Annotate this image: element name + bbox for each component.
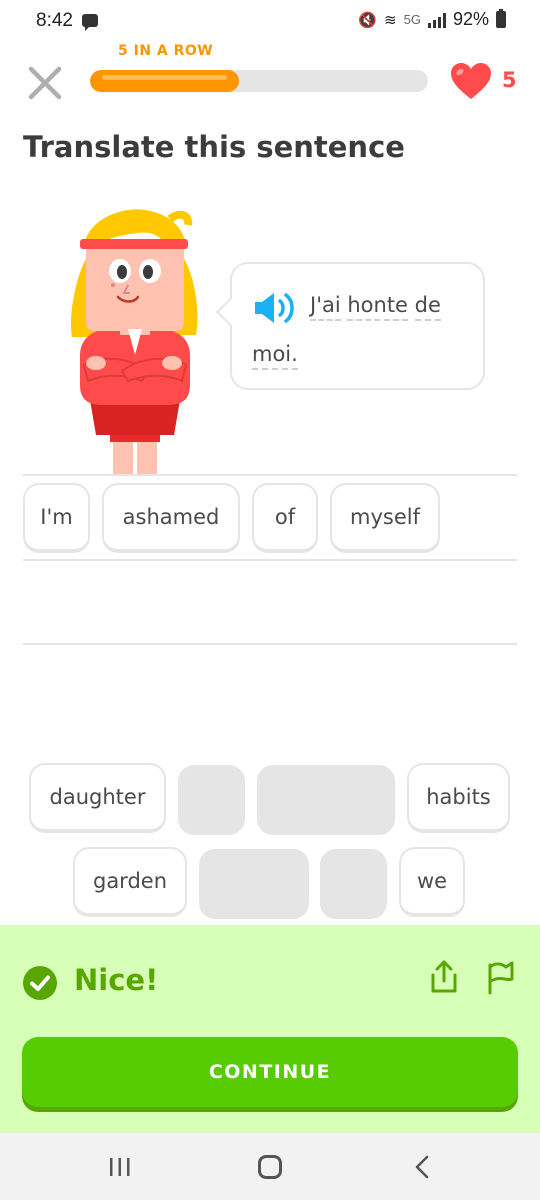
- close-icon[interactable]: [27, 65, 63, 101]
- check-icon: [23, 966, 57, 1000]
- flag-icon[interactable]: [484, 959, 518, 995]
- status-time: 8:42: [36, 10, 73, 31]
- prompt-word[interactable]: J'ai: [310, 293, 341, 321]
- battery-icon: [496, 9, 506, 28]
- sentence-line-1: J'ai honte de: [310, 290, 441, 321]
- word-bank-chip[interactable]: habits: [407, 763, 510, 833]
- answer-chip[interactable]: of: [252, 483, 318, 553]
- signal-icon: [427, 12, 446, 28]
- word-bank-placeholder: [257, 765, 395, 835]
- message-icon: [82, 14, 98, 31]
- hearts-count: 5: [502, 68, 517, 92]
- bubble-tail: [215, 297, 245, 327]
- answer-line: [23, 643, 517, 645]
- status-icons: 🔇 ≋ 5G 92%: [358, 9, 506, 30]
- share-icon[interactable]: [428, 959, 460, 995]
- speaker-icon[interactable]: [252, 290, 298, 326]
- streak-label: 5 IN A ROW: [118, 43, 214, 59]
- home-icon[interactable]: [258, 1155, 282, 1179]
- progress-shine: [102, 75, 227, 80]
- answer-line: [23, 559, 517, 561]
- system-nav-bar: [0, 1133, 540, 1200]
- feedback-panel: Nice! CONTINUE: [0, 925, 540, 1133]
- word-bank-chip[interactable]: garden: [73, 847, 187, 917]
- prompt-word[interactable]: moi.: [252, 342, 298, 370]
- page-title: Translate this sentence: [23, 130, 405, 164]
- word-bank-placeholder: [178, 765, 245, 835]
- prompt-word[interactable]: de: [414, 293, 441, 321]
- battery-label: 92%: [452, 9, 489, 29]
- status-bar: 8:42 🔇 ≋ 5G 92%: [0, 0, 540, 44]
- network-label: 5G: [403, 12, 421, 27]
- mute-icon: 🔇: [358, 11, 378, 29]
- word-bank-placeholder: [199, 849, 309, 919]
- continue-button[interactable]: CONTINUE: [22, 1037, 518, 1107]
- character-illustration: [70, 209, 198, 475]
- wifi-icon: ≋: [384, 11, 397, 29]
- back-icon[interactable]: [412, 1155, 432, 1179]
- word-bank-chip[interactable]: daughter: [29, 763, 166, 833]
- feedback-text: Nice!: [74, 963, 159, 997]
- sentence-line-2: moi.: [252, 339, 298, 370]
- word-bank-chip[interactable]: we: [399, 847, 465, 917]
- answer-chip[interactable]: myself: [330, 483, 440, 553]
- answer-line: [23, 474, 517, 476]
- recents-icon[interactable]: [108, 1157, 132, 1177]
- speech-bubble: J'ai honte de moi.: [215, 262, 485, 390]
- progress-fill: [90, 70, 239, 92]
- progress-bar: [90, 70, 428, 92]
- heart-icon: [451, 63, 491, 99]
- word-bank-placeholder: [320, 849, 387, 919]
- prompt-word[interactable]: honte: [347, 293, 408, 321]
- answer-chip[interactable]: ashamed: [102, 483, 240, 553]
- answer-chip[interactable]: I'm: [23, 483, 90, 553]
